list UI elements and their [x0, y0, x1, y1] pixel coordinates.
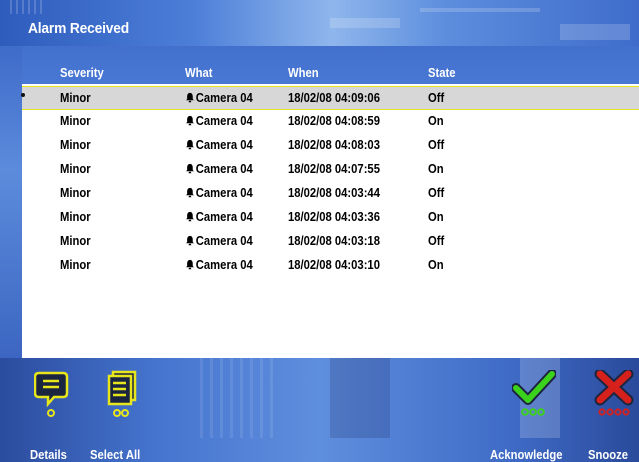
when-cell: 18/02/08 04:03:10 — [288, 258, 380, 272]
state-cell: Off — [428, 186, 445, 200]
bell-icon — [185, 163, 194, 174]
what-text: Camera 04 — [195, 162, 253, 176]
state-cell: Off — [428, 138, 445, 152]
what-text: Camera 04 — [195, 91, 253, 105]
documents-icon — [107, 370, 137, 417]
severity-cell: Minor — [60, 91, 91, 105]
snooze-button[interactable]: Snooze — [588, 370, 639, 462]
column-header: Severity What When State — [22, 62, 639, 84]
column-severity[interactable]: Severity — [60, 66, 104, 80]
severity-cell: Minor — [60, 210, 91, 224]
acknowledge-button[interactable]: Acknowledge — [490, 370, 580, 462]
column-when[interactable]: When — [288, 66, 319, 80]
check-icon — [512, 370, 556, 416]
when-cell: 18/02/08 04:08:03 — [288, 138, 380, 152]
what-text: Camera 04 — [195, 114, 253, 128]
state-cell: On — [428, 258, 444, 272]
what-text: Camera 04 — [195, 210, 253, 224]
severity-cell: Minor — [60, 186, 91, 200]
bell-icon — [185, 187, 194, 198]
when-cell: 18/02/08 04:03:44 — [288, 186, 380, 200]
what-cell: Camera 04 — [185, 91, 253, 105]
what-cell: Camera 04 — [185, 138, 253, 152]
what-text: Camera 04 — [195, 258, 253, 272]
cross-icon — [594, 370, 634, 416]
alarm-row[interactable]: Minor Camera 04 18/02/08 04:03:10 On — [22, 254, 639, 278]
alarm-row[interactable]: Minor Camera 04 18/02/08 04:09:06 Off — [21, 86, 639, 110]
what-cell: Camera 04 — [185, 162, 253, 176]
alarm-row[interactable]: Minor Camera 04 18/02/08 04:03:44 Off — [22, 182, 639, 206]
bell-icon — [185, 115, 194, 126]
when-cell: 18/02/08 04:03:36 — [288, 210, 380, 224]
selection-marker — [21, 93, 25, 97]
alarm-list[interactable]: Minor Camera 04 18/02/08 04:09:06 Off Minor C… — [21, 84, 639, 358]
bell-icon — [185, 139, 194, 150]
what-text: Camera 04 — [195, 234, 253, 248]
bell-icon — [185, 92, 194, 103]
alarm-row[interactable]: Minor Camera 04 18/02/08 04:03:36 On — [22, 206, 639, 230]
details-label: Details — [30, 448, 67, 462]
alarm-row[interactable]: Minor Camera 04 18/02/08 04:08:59 On — [22, 110, 639, 134]
state-cell: Off — [428, 234, 445, 248]
alarm-row[interactable]: Minor Camera 04 18/02/08 04:08:03 Off — [22, 134, 639, 158]
what-cell: Camera 04 — [185, 210, 253, 224]
column-what[interactable]: What — [185, 66, 213, 80]
when-cell: 18/02/08 04:07:55 — [288, 162, 380, 176]
what-cell: Camera 04 — [185, 114, 253, 128]
snooze-label: Snooze — [588, 448, 629, 462]
bell-icon — [185, 211, 194, 222]
state-cell: On — [428, 210, 444, 224]
speech-bubble-icon — [34, 371, 69, 417]
severity-cell: Minor — [60, 114, 91, 128]
bell-icon — [185, 259, 194, 270]
details-button[interactable]: Details — [30, 370, 80, 462]
state-cell: On — [428, 162, 444, 176]
what-cell: Camera 04 — [185, 234, 253, 248]
when-cell: 18/02/08 04:09:06 — [288, 91, 380, 105]
acknowledge-label: Acknowledge — [490, 448, 563, 462]
severity-cell: Minor — [60, 138, 91, 152]
when-cell: 18/02/08 04:03:18 — [288, 234, 380, 248]
severity-cell: Minor — [60, 162, 91, 176]
what-text: Camera 04 — [195, 138, 253, 152]
title-bar: Alarm Received — [0, 0, 639, 46]
window-title: Alarm Received — [28, 20, 129, 37]
severity-cell: Minor — [60, 234, 91, 248]
when-cell: 18/02/08 04:08:59 — [288, 114, 380, 128]
alarm-row[interactable]: Minor Camera 04 18/02/08 04:03:18 Off — [22, 230, 639, 254]
alarm-window: Alarm Received Severity What When State … — [0, 0, 639, 462]
severity-cell: Minor — [60, 258, 91, 272]
state-cell: On — [428, 114, 444, 128]
what-cell: Camera 04 — [185, 186, 253, 200]
what-cell: Camera 04 — [185, 258, 253, 272]
bottom-toolbar: Details Select All Acknowledge Snooze — [0, 358, 639, 462]
select-all-label: Select All — [90, 448, 141, 462]
left-edge — [0, 46, 22, 358]
alarm-row[interactable]: Minor Camera 04 18/02/08 04:07:55 On — [22, 158, 639, 182]
column-state[interactable]: State — [428, 66, 456, 80]
state-cell: Off — [428, 91, 445, 105]
what-text: Camera 04 — [195, 186, 253, 200]
select-all-button[interactable]: Select All — [90, 370, 170, 462]
bell-icon — [185, 235, 194, 246]
